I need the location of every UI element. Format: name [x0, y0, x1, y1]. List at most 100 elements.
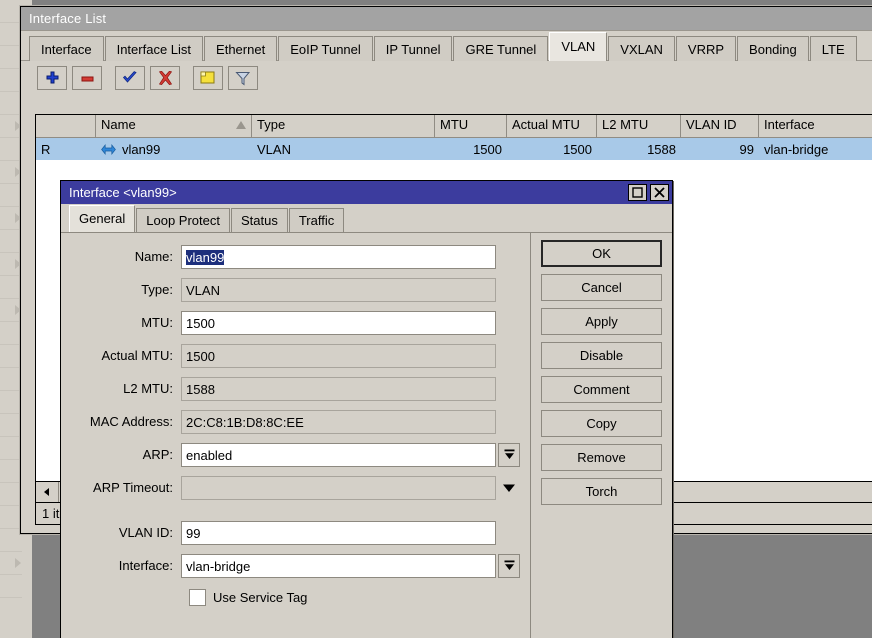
dialog-titlebar[interactable]: Interface <vlan99> — [61, 181, 672, 204]
chevron-down-bar-icon — [504, 449, 514, 459]
background-menu-item[interactable] — [0, 345, 22, 368]
table-header[interactable]: Name Type MTU Actual MTU L2 MTU VLAN ID Interf… — [36, 115, 872, 138]
background-menu-item[interactable] — [0, 276, 22, 299]
background-menu-item[interactable] — [0, 23, 22, 46]
l2-mtu-field-label: L2 MTU: — [123, 381, 173, 396]
background-menu-item[interactable] — [0, 299, 22, 322]
tab-interface[interactable]: Interface — [29, 36, 104, 61]
background-menu-item[interactable] — [0, 437, 22, 460]
interface-type-tabs[interactable]: Interface Interface List Ethernet EoIP Tunn… — [21, 31, 872, 61]
field-spacer — [498, 245, 520, 269]
background-menu-item[interactable] — [0, 253, 22, 276]
background-menu-item[interactable] — [0, 0, 22, 23]
use-service-tag-checkbox[interactable] — [189, 588, 206, 606]
copy-button[interactable]: Copy — [541, 410, 662, 437]
enable-button[interactable] — [115, 66, 145, 90]
dialog-tab-general[interactable]: General — [69, 205, 136, 232]
interface-field[interactable]: vlan-bridge — [181, 553, 496, 578]
arp-timeout-field-row: ARP Timeout: — [61, 471, 530, 504]
comment-button[interactable] — [193, 66, 223, 90]
type-field[interactable]: VLAN — [181, 277, 496, 302]
arp-field[interactable]: enabled — [181, 442, 496, 467]
mac-address-field[interactable]: 2C:C8:1B:D8:8C:EE — [181, 409, 496, 434]
background-menu-item[interactable] — [0, 138, 22, 161]
disable-button[interactable]: Disable — [541, 342, 662, 369]
background-menu-item[interactable] — [0, 368, 22, 391]
tab-ip-tunnel[interactable]: IP Tunnel — [373, 36, 453, 61]
maximize-button[interactable] — [628, 184, 647, 201]
background-menu-item[interactable] — [0, 391, 22, 414]
remove-button[interactable] — [72, 66, 102, 90]
remove-button[interactable]: Remove — [541, 444, 662, 471]
dialog-tabs[interactable]: General Loop Protect Status Traffic — [61, 204, 672, 232]
background-menu-item[interactable] — [0, 115, 22, 138]
background-menu-item[interactable] — [0, 230, 22, 253]
column-header-vlan-id[interactable]: VLAN ID — [681, 115, 759, 137]
arp-field-dropdown-button[interactable] — [498, 442, 520, 467]
add-button[interactable] — [37, 66, 67, 90]
arp-timeout-field-dropdown-button[interactable] — [498, 476, 520, 500]
window-titlebar[interactable]: Interface List — [21, 7, 872, 31]
tab-lte[interactable]: LTE — [809, 36, 857, 61]
tab-bonding[interactable]: Bonding — [737, 36, 809, 61]
column-header-name[interactable]: Name — [96, 115, 252, 137]
use-service-tag-row[interactable]: Use Service Tag — [61, 582, 530, 612]
column-header-type[interactable]: Type — [252, 115, 435, 137]
column-header-l2-mtu[interactable]: L2 MTU — [597, 115, 681, 137]
cell-interface: vlan-bridge — [764, 142, 829, 157]
background-menu-item[interactable] — [0, 552, 22, 575]
ok-button[interactable]: OK — [541, 240, 662, 267]
column-header-actual-mtu[interactable]: Actual MTU — [507, 115, 597, 137]
cancel-button[interactable]: Cancel — [541, 274, 662, 301]
background-menu-item[interactable] — [0, 161, 22, 184]
dialog-tab-loop-protect[interactable]: Loop Protect — [136, 208, 230, 232]
dialog-tab-status[interactable]: Status — [230, 208, 288, 232]
tab-ethernet[interactable]: Ethernet — [204, 36, 278, 61]
arp-field-row: ARP: enabled — [61, 438, 530, 471]
column-header-mtu[interactable]: MTU — [435, 115, 507, 137]
tab-eoip-tunnel[interactable]: EoIP Tunnel — [278, 36, 373, 61]
vlan-id-field[interactable]: 99 — [181, 520, 496, 545]
background-menu-item[interactable] — [0, 414, 22, 437]
tab-vxlan[interactable]: VXLAN — [608, 36, 675, 61]
background-menu-item[interactable] — [0, 322, 22, 345]
background-menu-item[interactable] — [0, 46, 22, 69]
background-menu-item[interactable] — [0, 92, 22, 115]
mtu-field[interactable]: 1500 — [181, 310, 496, 335]
column-header-interface[interactable]: Interface — [759, 115, 872, 137]
filter-button[interactable] — [228, 66, 258, 90]
cell-name-label: vlan99 — [122, 142, 161, 157]
arp-timeout-field[interactable] — [181, 475, 496, 500]
comment-button[interactable]: Comment — [541, 376, 662, 403]
actual-mtu-field[interactable]: 1500 — [181, 343, 496, 368]
table-body[interactable]: Rvlan99 VLAN 1500 1500 1588 99 vlan-bridge — [36, 138, 872, 160]
background-menu-item[interactable] — [0, 69, 22, 92]
dialog-button-column: OK Cancel Apply Disable Comment Copy Remove Tor… — [531, 232, 672, 638]
tab-gre-tunnel[interactable]: GRE Tunnel — [453, 36, 549, 61]
disable-button[interactable] — [150, 66, 180, 90]
table-row[interactable]: Rvlan99 VLAN 1500 1500 1588 99 vlan-bridge — [36, 138, 872, 160]
background-menu-item[interactable] — [0, 483, 22, 506]
interface-field-label: Interface: — [118, 558, 173, 573]
background-menu-item[interactable] — [0, 460, 22, 483]
scroll-left-button[interactable] — [36, 482, 59, 502]
background-menu-item[interactable] — [0, 575, 22, 598]
tab-vlan[interactable]: VLAN — [549, 32, 608, 61]
dialog-tab-traffic[interactable]: Traffic — [288, 208, 345, 232]
column-header-flags[interactable] — [36, 115, 96, 137]
torch-button[interactable]: Torch — [541, 478, 662, 505]
interface-field-dropdown-button[interactable] — [498, 553, 520, 578]
plus-icon — [46, 71, 58, 83]
background-menu-item[interactable] — [0, 184, 22, 207]
background-menu-item[interactable] — [0, 506, 22, 529]
tab-vrrp[interactable]: VRRP — [675, 36, 737, 61]
background-menu-item[interactable] — [0, 529, 22, 552]
tab-interface-list[interactable]: Interface List — [104, 36, 204, 61]
type-field-row: Type: VLAN — [61, 273, 530, 306]
apply-button[interactable]: Apply — [541, 308, 662, 335]
name-field[interactable]: vlan99 — [181, 244, 496, 269]
form-upper-fields: Name: vlan99 Type: VLAN MTU: 1500 Actual MTU: 1… — [61, 240, 530, 504]
close-button[interactable] — [650, 184, 669, 201]
l2-mtu-field[interactable]: 1588 — [181, 376, 496, 401]
background-menu-item[interactable] — [0, 207, 22, 230]
